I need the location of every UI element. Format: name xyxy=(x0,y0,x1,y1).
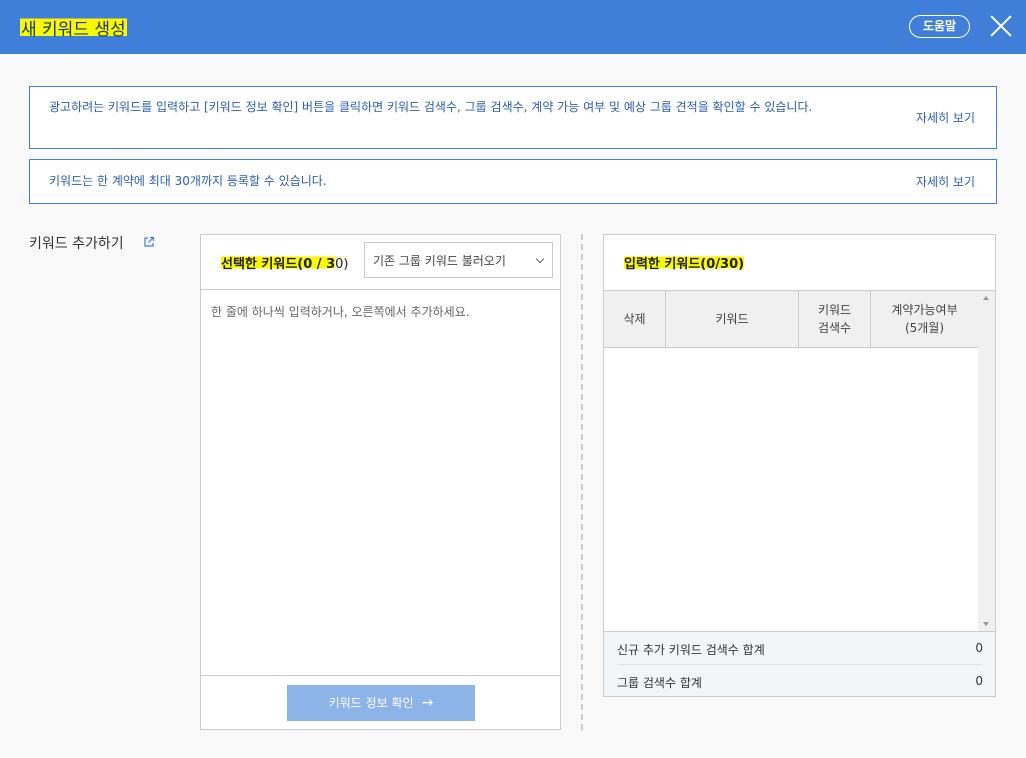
confirm-label: 키워드 정보 확인 xyxy=(328,696,414,710)
load-group-keywords-select[interactable]: 기존 그룹 키워드 불러오기 xyxy=(364,242,553,278)
close-icon[interactable] xyxy=(989,14,1013,38)
arrow-right-icon: → xyxy=(421,695,434,711)
selected-keywords-panel: 선택한 키워드(0 / 30) 기존 그룹 키워드 불러오기 한 줄에 하나씩 … xyxy=(200,234,561,730)
entered-keywords-panel: 입력한 키워드(0/30) 삭제 키워드 키워드 검색수 계약가능여부 (5개월… xyxy=(603,234,996,697)
column-header-delete: 삭제 xyxy=(604,291,666,347)
dialog-title: 새 키워드 생성 xyxy=(20,15,127,40)
column-header-search-count: 키워드 검색수 xyxy=(799,291,871,347)
entered-keywords-title: 입력한 키워드(0/30) xyxy=(624,253,745,272)
summary-label: 그룹 검색수 합계 xyxy=(617,676,702,690)
notice-more-link[interactable]: 자세히 보기 xyxy=(916,173,975,190)
table-scrollbar[interactable] xyxy=(978,291,995,632)
selected-keywords-title-tail: 0) xyxy=(335,257,349,272)
table-body xyxy=(604,348,978,632)
help-button[interactable]: 도움말 xyxy=(909,15,970,38)
scroll-down-icon[interactable] xyxy=(983,622,989,626)
keywords-table: 삭제 키워드 키워드 검색수 계약가능여부 (5개월) xyxy=(604,290,995,632)
notice-text: 광고하려는 키워드를 입력하고 [키워드 정보 확인] 버튼을 클릭하면 키워드… xyxy=(49,100,813,114)
notice-text: 키워드는 한 계약에 최대 30개까지 등록할 수 있습니다. xyxy=(49,174,327,188)
summary-section: 신규 추가 키워드 검색수 합계 0 그룹 검색수 합계 0 xyxy=(604,631,995,696)
dialog-header: 새 키워드 생성 도움말 xyxy=(0,0,1026,54)
panel-divider xyxy=(581,234,583,730)
summary-value: 0 xyxy=(975,641,983,655)
info-notice-keyword-check: 광고하려는 키워드를 입력하고 [키워드 정보 확인] 버튼을 클릭하면 키워드… xyxy=(29,86,997,149)
selected-keywords-title-main: 선택한 키워드(0 / 3 xyxy=(221,257,336,272)
summary-label: 신규 추가 키워드 검색수 합계 xyxy=(617,643,765,657)
add-keyword-label: 키워드 추가하기 xyxy=(29,236,124,252)
external-link-icon[interactable] xyxy=(143,236,155,248)
notice-more-link[interactable]: 자세히 보기 xyxy=(916,109,975,126)
keyword-textarea[interactable]: 한 줄에 하나씩 입력하거나, 오른쪽에서 추가하세요. xyxy=(201,289,560,676)
select-value: 기존 그룹 키워드 불러오기 xyxy=(373,254,506,268)
summary-row-new-keyword-searches: 신규 추가 키워드 검색수 합계 0 xyxy=(604,632,995,665)
selected-keywords-title: 선택한 키워드(0 / 30) xyxy=(221,253,349,272)
keyword-info-confirm-button[interactable]: 키워드 정보 확인 → xyxy=(287,685,475,721)
chevron-down-icon xyxy=(535,254,545,264)
column-header-keyword: 키워드 xyxy=(666,291,799,347)
scroll-up-icon[interactable] xyxy=(983,296,989,300)
table-header: 삭제 키워드 키워드 검색수 계약가능여부 (5개월) xyxy=(604,291,978,348)
textarea-placeholder: 한 줄에 하나씩 입력하거나, 오른쪽에서 추가하세요. xyxy=(211,305,470,319)
summary-value: 0 xyxy=(975,674,983,688)
summary-row-group-searches: 그룹 검색수 합계 0 xyxy=(604,665,995,698)
column-header-contract-availability: 계약가능여부 (5개월) xyxy=(891,303,958,335)
info-notice-keyword-limit: 키워드는 한 계약에 최대 30개까지 등록할 수 있습니다. 자세히 보기 xyxy=(29,159,997,204)
